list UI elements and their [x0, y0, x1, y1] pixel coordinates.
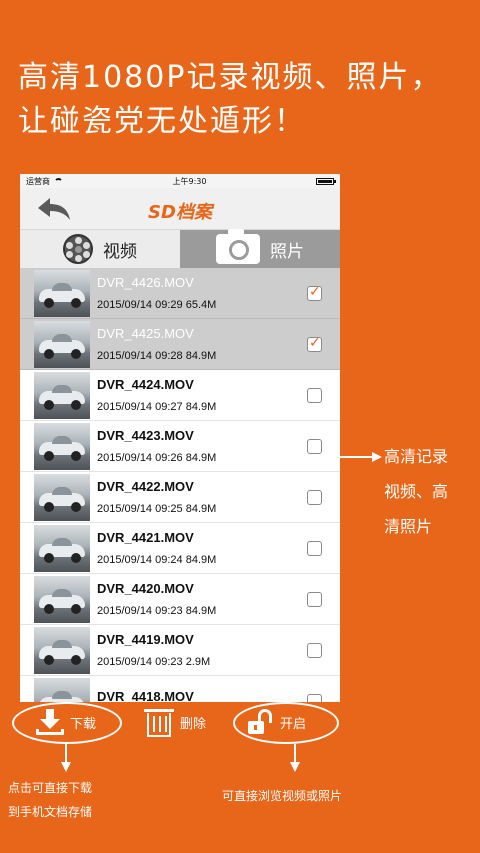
- side-note-line-2: 视频、高: [384, 482, 449, 501]
- video-thumbnail: [34, 626, 90, 674]
- status-time: 上午9:30: [172, 176, 207, 186]
- video-thumbnail: [34, 320, 90, 368]
- open-highlight-oval: [233, 702, 339, 744]
- side-arrow-line: [288, 456, 374, 458]
- video-thumbnail: [34, 371, 90, 419]
- delete-button[interactable]: 删除: [144, 702, 206, 742]
- file-size: 84.9M: [185, 554, 217, 566]
- video-thumbnail: [34, 473, 90, 521]
- file-name: DVR_4426.MOV: [97, 275, 194, 290]
- select-checkbox[interactable]: [307, 335, 322, 352]
- file-row[interactable]: DVR_4422.MOV 2015/09/14 09:25 84.9M: [20, 472, 340, 523]
- open-arrow-line: [294, 744, 296, 764]
- camera-icon: [216, 229, 260, 264]
- file-size: 2.9M: [185, 656, 211, 668]
- download-arrow-head: [61, 762, 71, 772]
- video-thumbnail: [34, 269, 90, 317]
- file-name: DVR_4421.MOV: [97, 530, 194, 545]
- tab-videos-label: 视频: [103, 241, 137, 262]
- file-datetime: 2015/09/14 09:23: [97, 605, 183, 617]
- file-name: DVR_4422.MOV: [97, 479, 194, 494]
- wifi-icon: [54, 177, 63, 185]
- video-thumbnail: [34, 422, 90, 470]
- download-caption-line-1: 点击可直接下载: [8, 781, 93, 795]
- carrier-label: 运营商: [26, 176, 50, 186]
- select-checkbox[interactable]: [307, 388, 322, 403]
- open-caption: 可直接浏览视频或照片: [222, 789, 343, 803]
- file-meta: 2015/09/14 09:29 65.4M: [97, 299, 340, 311]
- select-checkbox[interactable]: [307, 541, 322, 556]
- file-datetime: 2015/09/14 09:25: [97, 503, 183, 515]
- file-datetime: 2015/09/14 09:23: [97, 656, 183, 668]
- select-checkbox[interactable]: [307, 592, 322, 607]
- video-thumbnail: [34, 524, 90, 572]
- select-checkbox[interactable]: [307, 284, 322, 301]
- file-size: 84.9M: [185, 503, 217, 515]
- tab-videos[interactable]: 视频: [20, 230, 180, 268]
- delete-label: 删除: [180, 716, 207, 732]
- file-size: 84.9M: [185, 605, 217, 617]
- nav-bar: SD档案: [20, 188, 340, 230]
- file-meta: 2015/09/14 09:28 84.9M: [97, 350, 340, 362]
- file-row[interactable]: DVR_4426.MOV 2015/09/14 09:29 65.4M: [20, 268, 340, 319]
- file-datetime: 2015/09/14 09:29: [97, 299, 183, 311]
- file-size: 65.4M: [185, 299, 217, 311]
- open-arrow-head: [290, 762, 300, 772]
- file-size: 84.9M: [185, 401, 217, 413]
- select-checkbox[interactable]: [307, 490, 322, 505]
- file-meta: 2015/09/14 09:27 84.9M: [97, 401, 340, 413]
- file-list: DVR_4426.MOV2015/09/14 09:29 65.4MDVR_44…: [20, 268, 340, 727]
- download-arrow-line: [65, 744, 67, 764]
- file-name: DVR_4419.MOV: [97, 632, 194, 647]
- status-bar: 运营商 上午9:30: [20, 174, 340, 188]
- file-meta: 2015/09/14 09:23 84.9M: [97, 605, 340, 617]
- file-row[interactable]: DVR_4423.MOV 2015/09/14 09:26 84.9M: [20, 421, 340, 472]
- page-title: SD档案: [148, 202, 212, 223]
- file-datetime: 2015/09/14 09:26: [97, 452, 183, 464]
- file-name: DVR_4420.MOV: [97, 581, 194, 596]
- file-name: DVR_4423.MOV: [97, 428, 194, 443]
- phone-screen: 运营商 上午9:30 SD档案 视频 照片 DVR_4426.MOV 2015/0…: [20, 174, 340, 742]
- file-row[interactable]: DVR_4424.MOV 2015/09/14 09:27 84.9M: [20, 370, 340, 421]
- file-meta: 2015/09/14 09:26 84.9M: [97, 452, 340, 464]
- file-row[interactable]: DVR_4425.MOV 2015/09/14 09:28 84.9M: [20, 319, 340, 370]
- file-row[interactable]: DVR_4420.MOV 2015/09/14 09:23 84.9M: [20, 574, 340, 625]
- side-note: 高清记录 视频、高 清照片: [384, 439, 448, 544]
- media-tabs: 视频 照片: [20, 229, 340, 268]
- file-row[interactable]: DVR_4421.MOV 2015/09/14 09:24 84.9M: [20, 523, 340, 574]
- file-datetime: 2015/09/14 09:27: [97, 401, 183, 413]
- trash-icon: [144, 707, 174, 737]
- file-row[interactable]: DVR_4419.MOV 2015/09/14 09:23 2.9M: [20, 625, 340, 676]
- file-size: 84.9M: [185, 350, 217, 362]
- file-meta: 2015/09/14 09:25 84.9M: [97, 503, 340, 515]
- tab-photos-label: 照片: [270, 241, 304, 262]
- select-checkbox[interactable]: [307, 643, 322, 658]
- select-checkbox[interactable]: [307, 439, 322, 454]
- file-meta: 2015/09/14 09:24 84.9M: [97, 554, 340, 566]
- file-size: 84.9M: [185, 452, 217, 464]
- side-arrow-head: [372, 452, 382, 462]
- download-caption: 点击可直接下载 到手机文档存储: [8, 776, 92, 824]
- film-reel-icon: [63, 234, 93, 264]
- file-datetime: 2015/09/14 09:28: [97, 350, 183, 362]
- file-datetime: 2015/09/14 09:24: [97, 554, 183, 566]
- download-caption-line-2: 到手机文档存储: [8, 805, 93, 819]
- tab-photos[interactable]: 照片: [180, 229, 340, 268]
- headline-line-1: 高清1080P记录视频、照片，: [18, 60, 443, 95]
- video-thumbnail: [34, 575, 90, 623]
- file-meta: 2015/09/14 09:23 2.9M: [97, 656, 340, 668]
- side-note-line-1: 高清记录: [384, 447, 449, 466]
- file-name: DVR_4424.MOV: [97, 377, 194, 392]
- battery-icon: [316, 177, 336, 185]
- file-name: DVR_4425.MOV: [97, 326, 194, 341]
- headline-line-2: 让碰瓷党无处遁形！: [18, 104, 306, 139]
- download-highlight-oval: [12, 702, 122, 744]
- side-note-line-3: 清照片: [384, 517, 433, 536]
